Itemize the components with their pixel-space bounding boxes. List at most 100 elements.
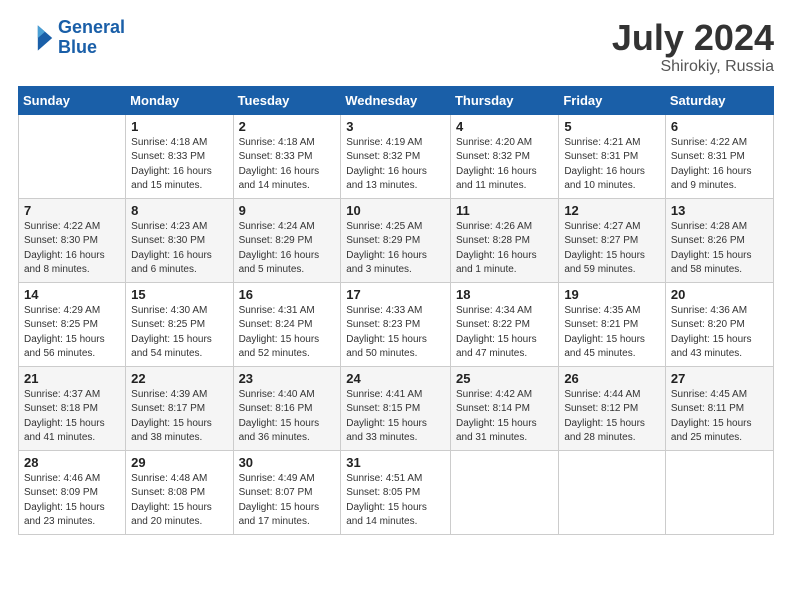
day-info: Sunrise: 4:39 AM Sunset: 8:17 PM Dayligh… xyxy=(131,388,227,446)
weekday-header-row: SundayMondayTuesdayWednesdayThursdayFrid… xyxy=(19,86,774,114)
calendar-cell: 7Sunrise: 4:22 AM Sunset: 8:30 PM Daylig… xyxy=(19,198,126,282)
weekday-header-thursday: Thursday xyxy=(450,86,558,114)
day-info: Sunrise: 4:22 AM Sunset: 8:31 PM Dayligh… xyxy=(671,136,768,194)
day-info: Sunrise: 4:44 AM Sunset: 8:12 PM Dayligh… xyxy=(564,388,660,446)
day-number: 13 xyxy=(671,203,768,218)
day-number: 1 xyxy=(131,119,227,134)
day-number: 14 xyxy=(24,287,120,302)
calendar-cell: 8 Sunrise: 4:23 AM Sunset: 8:30 PM Daylig… xyxy=(126,198,233,282)
logo-line1: General xyxy=(58,17,125,37)
day-number: 30 xyxy=(239,455,336,470)
calendar-week-row: 1 Sunrise: 4:18 AM Sunset: 8:33 PM Daylig… xyxy=(19,114,774,198)
day-info: Sunrise: 4:25 AM Sunset: 8:29 PM Dayligh… xyxy=(346,220,445,278)
calendar-cell: 15 Sunrise: 4:30 AM Sunset: 8:25 PM Dayli… xyxy=(126,282,233,366)
calendar-week-row: 7Sunrise: 4:22 AM Sunset: 8:30 PM Daylig… xyxy=(19,198,774,282)
calendar-week-row: 21Sunrise: 4:37 AM Sunset: 8:18 PM Dayli… xyxy=(19,366,774,450)
calendar-cell: 28Sunrise: 4:46 AM Sunset: 8:09 PM Dayli… xyxy=(19,450,126,534)
calendar-cell: 10 Sunrise: 4:25 AM Sunset: 8:29 PM Dayli… xyxy=(341,198,451,282)
day-info: Sunrise: 4:31 AM Sunset: 8:24 PM Dayligh… xyxy=(239,304,336,362)
day-info: Sunrise: 4:18 AM Sunset: 8:33 PM Dayligh… xyxy=(239,136,336,194)
day-info: Sunrise: 4:21 AM Sunset: 8:31 PM Dayligh… xyxy=(564,136,660,194)
calendar-cell: 30 Sunrise: 4:49 AM Sunset: 8:07 PM Dayli… xyxy=(233,450,341,534)
title-block: July 2024 Shirokiy, Russia xyxy=(612,18,774,76)
day-info: Sunrise: 4:41 AM Sunset: 8:15 PM Dayligh… xyxy=(346,388,445,446)
calendar-cell: 5 Sunrise: 4:21 AM Sunset: 8:31 PM Daylig… xyxy=(559,114,666,198)
day-info: Sunrise: 4:28 AM Sunset: 8:26 PM Dayligh… xyxy=(671,220,768,278)
calendar-cell: 29 Sunrise: 4:48 AM Sunset: 8:08 PM Dayli… xyxy=(126,450,233,534)
day-info: Sunrise: 4:34 AM Sunset: 8:22 PM Dayligh… xyxy=(456,304,553,362)
day-number: 6 xyxy=(671,119,768,134)
day-number: 28 xyxy=(24,455,120,470)
day-info: Sunrise: 4:19 AM Sunset: 8:32 PM Dayligh… xyxy=(346,136,445,194)
calendar-table: SundayMondayTuesdayWednesdayThursdayFrid… xyxy=(18,86,774,535)
day-info: Sunrise: 4:30 AM Sunset: 8:25 PM Dayligh… xyxy=(131,304,227,362)
day-info: Sunrise: 4:23 AM Sunset: 8:30 PM Dayligh… xyxy=(131,220,227,278)
day-info: Sunrise: 4:27 AM Sunset: 8:27 PM Dayligh… xyxy=(564,220,660,278)
day-number: 12 xyxy=(564,203,660,218)
day-info: Sunrise: 4:51 AM Sunset: 8:05 PM Dayligh… xyxy=(346,472,445,530)
day-number: 29 xyxy=(131,455,227,470)
calendar-cell xyxy=(559,450,666,534)
day-number: 10 xyxy=(346,203,445,218)
calendar-cell: 6 Sunrise: 4:22 AM Sunset: 8:31 PM Daylig… xyxy=(665,114,773,198)
day-info: Sunrise: 4:37 AM Sunset: 8:18 PM Dayligh… xyxy=(24,388,120,446)
calendar-cell: 24 Sunrise: 4:41 AM Sunset: 8:15 PM Dayli… xyxy=(341,366,451,450)
calendar-cell: 22 Sunrise: 4:39 AM Sunset: 8:17 PM Dayli… xyxy=(126,366,233,450)
calendar-cell: 1 Sunrise: 4:18 AM Sunset: 8:33 PM Daylig… xyxy=(126,114,233,198)
day-number: 20 xyxy=(671,287,768,302)
weekday-header-tuesday: Tuesday xyxy=(233,86,341,114)
weekday-header-sunday: Sunday xyxy=(19,86,126,114)
day-number: 2 xyxy=(239,119,336,134)
day-number: 23 xyxy=(239,371,336,386)
calendar-cell: 3 Sunrise: 4:19 AM Sunset: 8:32 PM Daylig… xyxy=(341,114,451,198)
day-info: Sunrise: 4:48 AM Sunset: 8:08 PM Dayligh… xyxy=(131,472,227,530)
day-number: 22 xyxy=(131,371,227,386)
day-number: 16 xyxy=(239,287,336,302)
day-info: Sunrise: 4:24 AM Sunset: 8:29 PM Dayligh… xyxy=(239,220,336,278)
day-number: 27 xyxy=(671,371,768,386)
header: General Blue July 2024 Shirokiy, Russia xyxy=(18,18,774,76)
calendar-cell: 25 Sunrise: 4:42 AM Sunset: 8:14 PM Dayli… xyxy=(450,366,558,450)
logo: General Blue xyxy=(18,18,125,58)
day-info: Sunrise: 4:29 AM Sunset: 8:25 PM Dayligh… xyxy=(24,304,120,362)
weekday-header-saturday: Saturday xyxy=(665,86,773,114)
day-number: 11 xyxy=(456,203,553,218)
day-number: 8 xyxy=(131,203,227,218)
day-number: 4 xyxy=(456,119,553,134)
calendar-cell: 20Sunrise: 4:36 AM Sunset: 8:20 PM Dayli… xyxy=(665,282,773,366)
day-number: 9 xyxy=(239,203,336,218)
calendar-cell: 13 Sunrise: 4:28 AM Sunset: 8:26 PM Dayli… xyxy=(665,198,773,282)
day-number: 15 xyxy=(131,287,227,302)
day-number: 5 xyxy=(564,119,660,134)
weekday-header-friday: Friday xyxy=(559,86,666,114)
calendar-cell: 18 Sunrise: 4:34 AM Sunset: 8:22 PM Dayli… xyxy=(450,282,558,366)
day-number: 26 xyxy=(564,371,660,386)
calendar-cell: 26 Sunrise: 4:44 AM Sunset: 8:12 PM Dayli… xyxy=(559,366,666,450)
day-number: 24 xyxy=(346,371,445,386)
day-info: Sunrise: 4:42 AM Sunset: 8:14 PM Dayligh… xyxy=(456,388,553,446)
calendar-cell xyxy=(665,450,773,534)
calendar-cell: 4 Sunrise: 4:20 AM Sunset: 8:32 PM Daylig… xyxy=(450,114,558,198)
month-title: July 2024 xyxy=(612,18,774,58)
calendar-cell: 17Sunrise: 4:33 AM Sunset: 8:23 PM Dayli… xyxy=(341,282,451,366)
location: Shirokiy, Russia xyxy=(612,58,774,76)
calendar-cell: 19Sunrise: 4:35 AM Sunset: 8:21 PM Dayli… xyxy=(559,282,666,366)
day-info: Sunrise: 4:20 AM Sunset: 8:32 PM Dayligh… xyxy=(456,136,553,194)
calendar-cell: 14 Sunrise: 4:29 AM Sunset: 8:25 PM Dayli… xyxy=(19,282,126,366)
day-info: Sunrise: 4:40 AM Sunset: 8:16 PM Dayligh… xyxy=(239,388,336,446)
calendar-cell: 31Sunrise: 4:51 AM Sunset: 8:05 PM Dayli… xyxy=(341,450,451,534)
calendar-cell: 11Sunrise: 4:26 AM Sunset: 8:28 PM Dayli… xyxy=(450,198,558,282)
page: General Blue July 2024 Shirokiy, Russia … xyxy=(0,0,792,612)
calendar-cell: 2 Sunrise: 4:18 AM Sunset: 8:33 PM Daylig… xyxy=(233,114,341,198)
day-number: 3 xyxy=(346,119,445,134)
day-number: 18 xyxy=(456,287,553,302)
day-number: 17 xyxy=(346,287,445,302)
day-number: 25 xyxy=(456,371,553,386)
day-info: Sunrise: 4:49 AM Sunset: 8:07 PM Dayligh… xyxy=(239,472,336,530)
calendar-week-row: 28Sunrise: 4:46 AM Sunset: 8:09 PM Dayli… xyxy=(19,450,774,534)
day-info: Sunrise: 4:18 AM Sunset: 8:33 PM Dayligh… xyxy=(131,136,227,194)
logo-text: General Blue xyxy=(58,18,125,58)
calendar-cell xyxy=(19,114,126,198)
calendar-cell: 21Sunrise: 4:37 AM Sunset: 8:18 PM Dayli… xyxy=(19,366,126,450)
weekday-header-monday: Monday xyxy=(126,86,233,114)
